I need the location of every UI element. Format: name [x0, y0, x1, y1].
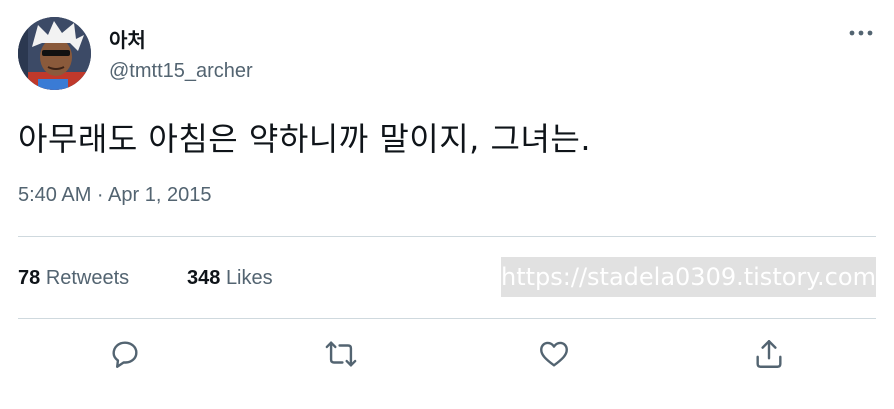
likes-label: Likes	[225, 267, 273, 289]
likes-stat[interactable]: 348 Likes	[187, 267, 273, 290]
retweets-count: 78	[18, 267, 41, 289]
retweets-stat[interactable]: 78 Retweets	[18, 267, 129, 290]
reply-icon	[112, 341, 138, 368]
avatar[interactable]	[18, 17, 91, 90]
user-handle[interactable]: @tmtt15_archer	[109, 60, 253, 83]
likes-count: 348	[187, 267, 221, 289]
retweets-label: Retweets	[45, 267, 130, 289]
share-icon	[756, 340, 782, 368]
retweet-button[interactable]	[324, 337, 358, 371]
divider	[18, 236, 876, 237]
tweet-text: 아무래도 아침은 약하니까 말이지, 그녀는.	[18, 120, 592, 158]
more-icon	[849, 30, 873, 36]
watermark: https://stadela0309.tistory.com	[501, 257, 876, 297]
anime-character-avatar-icon	[18, 17, 91, 90]
tweet-timestamp[interactable]: 5:40 AM · Apr 1, 2015	[18, 184, 211, 207]
display-name[interactable]: 아처	[109, 24, 146, 53]
like-button[interactable]	[537, 337, 571, 371]
like-icon	[540, 341, 568, 367]
retweet-icon	[325, 341, 357, 367]
share-button[interactable]	[752, 337, 786, 371]
reply-button[interactable]	[108, 337, 142, 371]
more-options-button[interactable]	[846, 22, 876, 44]
divider	[18, 318, 876, 319]
